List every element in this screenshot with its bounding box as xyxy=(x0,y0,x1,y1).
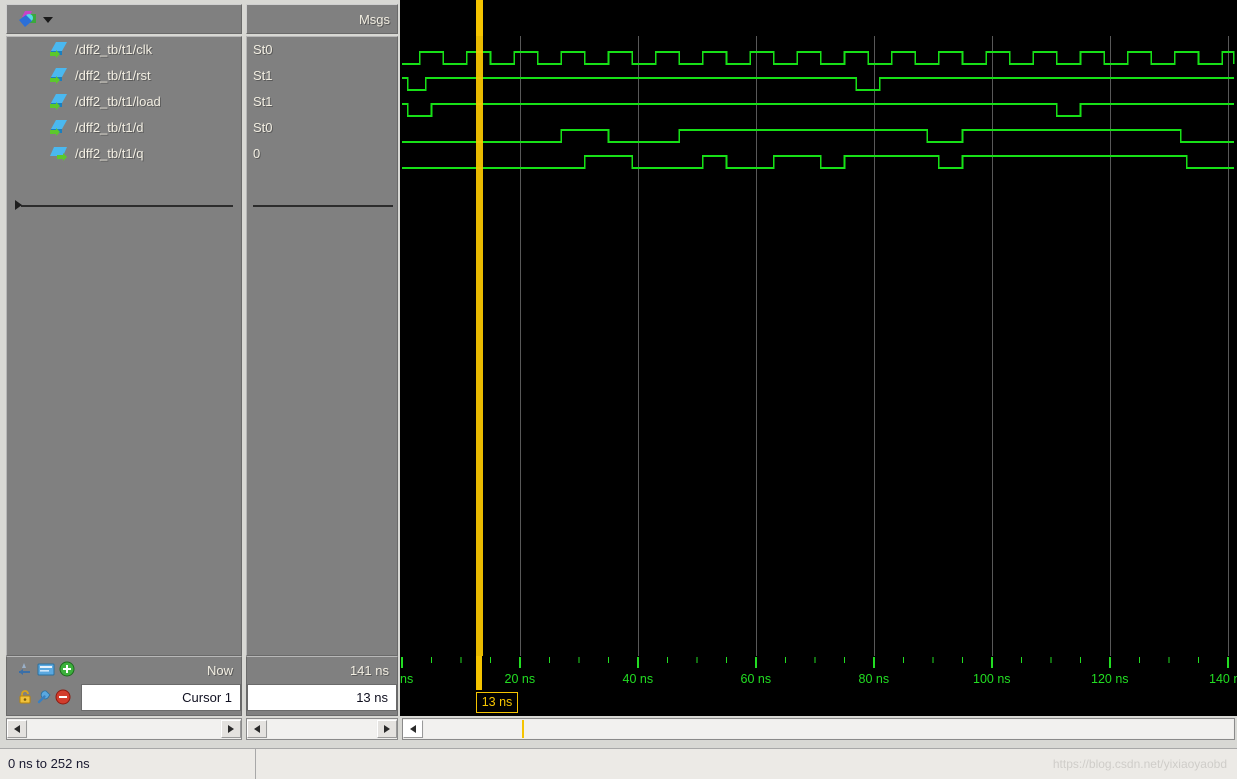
signal-name-label: /dff2_tb/t1/clk xyxy=(75,42,153,57)
cursor-time-badge[interactable]: 13 ns xyxy=(475,692,519,713)
cursor-toolbar xyxy=(17,689,71,705)
now-cursor-name-panel: Now Cursor 1 xyxy=(6,656,242,716)
triangle-right-icon xyxy=(384,725,390,733)
waveform-trace xyxy=(402,77,1234,91)
now-value-row: 141 ns xyxy=(247,657,397,685)
scroll-right-button[interactable] xyxy=(377,720,397,738)
msgs-column-header[interactable]: Msgs xyxy=(246,4,398,34)
triangle-left-icon xyxy=(14,725,20,733)
waveform-traces xyxy=(402,51,1235,169)
ruler-label: 40 ns xyxy=(622,672,654,686)
signal-name-label: /dff2_tb/t1/rst xyxy=(75,68,151,83)
signal-value-q: 0 xyxy=(253,146,261,161)
signal-names-pane[interactable]: /dff2_tb/t1/clk /dff2_tb/t1/rst /dff2_tb… xyxy=(6,36,242,656)
signal-name-label: /dff2_tb/t1/load xyxy=(75,94,161,109)
names-column-header[interactable] xyxy=(6,4,242,34)
names-scrollbar[interactable] xyxy=(6,718,242,740)
scroll-track[interactable] xyxy=(424,720,1233,738)
cursor-line-ruler[interactable] xyxy=(475,656,482,690)
ruler-label: 80 ns xyxy=(858,672,890,686)
chevron-down-icon[interactable] xyxy=(43,17,53,23)
wave-signals-icon xyxy=(19,11,36,27)
visible-range-label: 0 ns to 252 ns xyxy=(0,749,256,779)
ruler-label: 60 ns xyxy=(740,672,772,686)
ruler-label: 100 ns xyxy=(973,672,1011,686)
signal-name-label: /dff2_tb/t1/q xyxy=(75,146,144,161)
waveform-canvas[interactable] xyxy=(400,36,1237,656)
cursor-name-label: Cursor 1 xyxy=(182,690,232,705)
output-signal-icon xyxy=(50,147,67,161)
waveform-trace xyxy=(402,155,1234,169)
waveform-trace xyxy=(402,103,1234,117)
values-scrollbar[interactable] xyxy=(246,718,398,740)
ruler-label: 120 ns xyxy=(1091,672,1129,686)
waveform-trace xyxy=(402,51,1235,65)
ruler-label: 20 ns xyxy=(504,672,536,686)
scroll-right-button[interactable] xyxy=(221,720,241,738)
triangle-left-icon xyxy=(410,725,416,733)
input-signal-icon xyxy=(50,120,67,136)
scroll-left-button[interactable] xyxy=(403,720,423,738)
scroll-left-button[interactable] xyxy=(247,720,267,738)
input-signal-icon xyxy=(50,94,67,110)
signal-row-q[interactable]: /dff2_tb/t1/q xyxy=(7,141,241,167)
triangle-right-icon xyxy=(228,725,234,733)
scroll-left-button[interactable] xyxy=(7,720,27,738)
ruler-label: ns xyxy=(400,672,414,686)
pane-divider xyxy=(21,205,233,207)
wave-header-strip xyxy=(400,0,1237,36)
now-label: Now xyxy=(206,663,233,678)
wave-scrollbar[interactable] xyxy=(402,718,1235,740)
cursor-line-header[interactable] xyxy=(475,0,483,36)
cursor-name-field[interactable]: Cursor 1 xyxy=(81,684,241,711)
signal-values-pane[interactable]: St0 St1 St1 St0 0 xyxy=(246,36,398,656)
modelsim-wave-window: Msgs /dff2_tb/t1/clk /dff2_tb/t1/rst /df… xyxy=(0,0,1237,779)
triangle-left-icon xyxy=(254,725,260,733)
ruler-label: 140 ns xyxy=(1209,672,1237,686)
signal-row-rst[interactable]: /dff2_tb/t1/rst xyxy=(7,63,241,89)
scroll-track[interactable] xyxy=(268,720,376,738)
signal-value-d: St0 xyxy=(253,120,273,135)
signal-value-rst: St1 xyxy=(253,68,273,83)
watermark-text: https://blog.csdn.net/yixiaoyaobd xyxy=(1052,757,1227,771)
wrench-icon[interactable] xyxy=(36,689,52,705)
time-ruler[interactable]: ns 20 ns 40 ns 60 ns 80 ns 100 ns 120 ns 140 ns xyxy=(400,656,1237,690)
lock-icon[interactable] xyxy=(17,689,33,705)
now-cursor-value-panel: 141 ns 13 ns xyxy=(246,656,398,716)
now-row: Now xyxy=(7,657,241,685)
cursor-marker xyxy=(522,720,524,738)
signal-row-load[interactable]: /dff2_tb/t1/load xyxy=(7,89,241,115)
input-signal-icon xyxy=(50,42,67,58)
signal-row-clk[interactable]: /dff2_tb/t1/clk xyxy=(7,37,241,63)
input-signal-icon xyxy=(50,68,67,84)
signal-name-label: /dff2_tb/t1/d xyxy=(75,120,144,135)
waveform-trace xyxy=(402,129,1234,143)
cursor-line[interactable] xyxy=(475,36,483,656)
cursor-time-strip: 13 ns xyxy=(400,690,1237,716)
pane-divider xyxy=(253,205,393,207)
signal-value-load: St1 xyxy=(253,94,273,109)
pane-divider-handle[interactable] xyxy=(15,200,22,210)
status-bar: 0 ns to 252 ns https://blog.csdn.net/yix… xyxy=(0,748,1237,779)
remove-cursor-icon[interactable] xyxy=(55,689,71,705)
cursor-value: 13 ns xyxy=(356,690,388,705)
signal-value-clk: St0 xyxy=(253,42,273,57)
scroll-track[interactable] xyxy=(28,720,220,738)
cursor-value-field[interactable]: 13 ns xyxy=(247,684,397,711)
now-value: 141 ns xyxy=(349,663,389,678)
signal-row-d[interactable]: /dff2_tb/t1/d xyxy=(7,115,241,141)
